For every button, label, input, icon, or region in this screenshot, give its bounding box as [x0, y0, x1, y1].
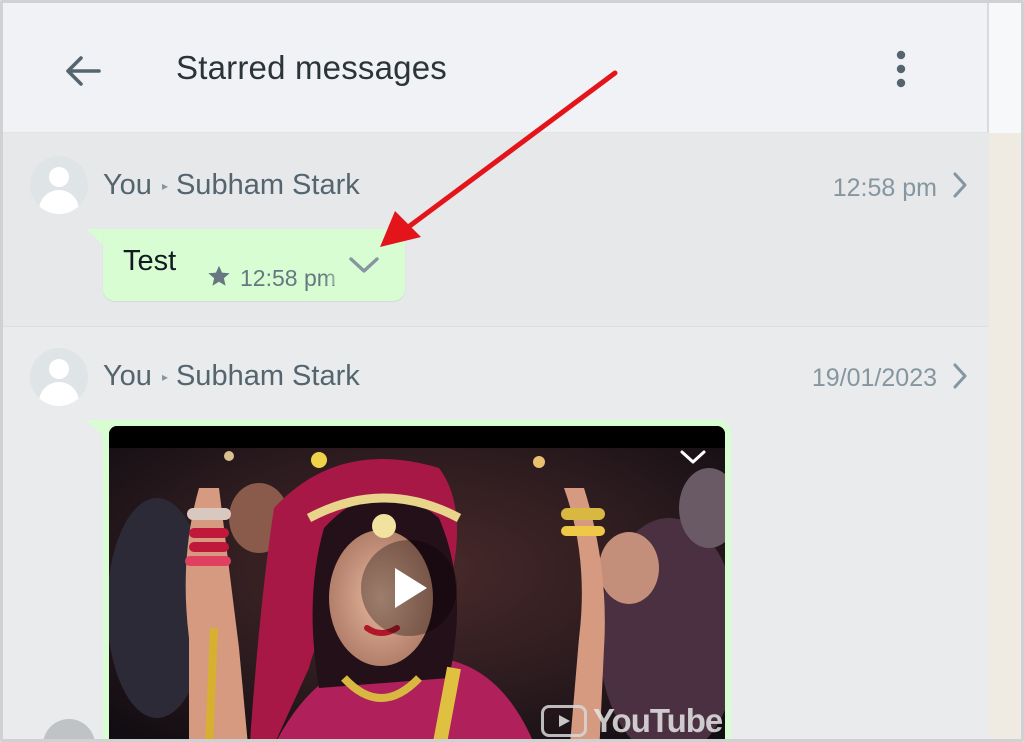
more-vertical-icon [896, 50, 906, 88]
youtube-label: YouTube [593, 702, 723, 739]
message-text: Test [123, 245, 177, 277]
arrow-separator-icon: ▸ [161, 369, 168, 384]
recipient-name: Subham Stark [175, 360, 360, 392]
video-top-bar [109, 426, 725, 448]
play-icon [395, 568, 427, 608]
arrow-separator-icon: ▸ [161, 178, 168, 193]
video-thumbnail[interactable]: YouTube [109, 426, 725, 739]
bubble-time: 12:58 pm [240, 265, 336, 291]
recipient-name: Subham Stark [175, 169, 360, 201]
chevron-right-icon [953, 172, 967, 198]
avatar [30, 156, 88, 214]
youtube-icon [541, 705, 587, 737]
avatar [30, 348, 88, 406]
message-time: 12:58 pm [832, 174, 937, 202]
wallpaper-edge-top [989, 3, 1021, 133]
app-window: Starred messages You ▸ Subham Stark 12:5… [0, 0, 1024, 742]
starred-message-item[interactable]: You ▸ Subham Stark 19/01/2023 YouTube [3, 326, 989, 739]
open-chat-button[interactable] [947, 358, 973, 394]
chevron-down-icon [680, 450, 706, 464]
star-icon [208, 265, 230, 286]
page-title: Starred messages [176, 49, 447, 86]
sender-name: You [103, 360, 152, 392]
back-arrow-icon [66, 56, 101, 86]
media-message-bubble[interactable]: YouTube [103, 420, 731, 739]
media-options-button[interactable] [675, 442, 711, 472]
message-bubble[interactable]: Test 12:58 pm [103, 229, 405, 301]
starred-message-item[interactable]: You ▸ Subham Stark 12:58 pm Test 12:58 p… [3, 133, 989, 326]
wallpaper-edge [989, 133, 1021, 739]
chevron-down-icon [349, 257, 379, 273]
message-time: 19/01/2023 [811, 364, 937, 392]
message-options-button[interactable] [323, 245, 381, 285]
header: Starred messages [3, 3, 989, 133]
play-button[interactable] [361, 540, 457, 636]
back-button[interactable] [58, 47, 108, 95]
chevron-right-icon [953, 363, 967, 389]
message-header: You ▸ Subham Stark [103, 169, 360, 202]
youtube-watermark: YouTube [541, 702, 723, 739]
sender-name: You [103, 169, 152, 201]
menu-button[interactable] [881, 47, 921, 91]
open-chat-button[interactable] [947, 167, 973, 203]
message-header: You ▸ Subham Stark [103, 360, 360, 393]
